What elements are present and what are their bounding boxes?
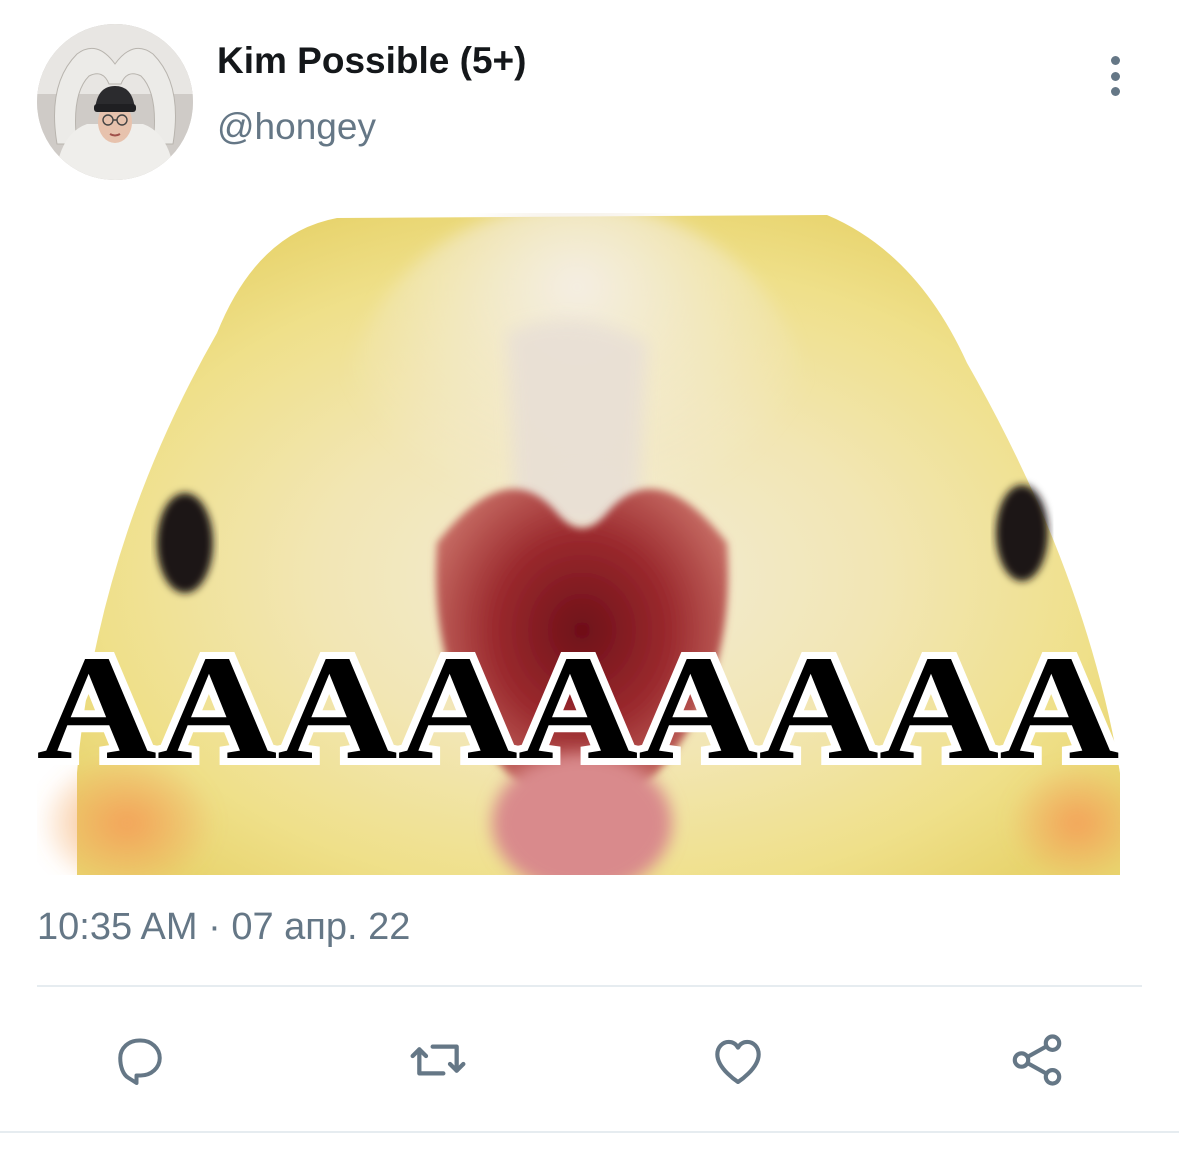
meme-overlay-text: AAAAAAAAA [37, 618, 1120, 798]
screaming-bird-meme-image: AAAAAAAAA [37, 213, 1120, 875]
divider [37, 985, 1142, 987]
more-vertical-icon [1110, 56, 1120, 65]
svg-text:AAAAAAAAA: AAAAAAAAA [37, 625, 1120, 791]
share-button[interactable] [1002, 1025, 1072, 1095]
more-vertical-icon-dot [1110, 71, 1120, 81]
more-options-button[interactable] [1097, 52, 1133, 100]
tweet-card: Kim Possible (5+) @hongey AAAAAAAAA 10:3… [0, 0, 1179, 1150]
avatar-image [37, 24, 193, 180]
like-button[interactable] [703, 1025, 773, 1095]
tweet-media-image[interactable]: AAAAAAAAA [37, 213, 1120, 875]
more-vertical-icon-dot [1110, 87, 1120, 96]
reply-button[interactable] [104, 1025, 174, 1095]
tweet-timestamp[interactable]: 10:35 AM · 07 апр. 22 [37, 906, 410, 949]
user-avatar[interactable] [37, 24, 193, 180]
retweet-button[interactable] [403, 1025, 473, 1095]
author-display-name[interactable]: Kim Possible (5+) [217, 40, 526, 82]
retweet-icon [410, 1044, 466, 1076]
reply-icon [118, 1038, 162, 1085]
heart-icon [715, 1039, 761, 1085]
divider [0, 1131, 1179, 1133]
author-handle[interactable]: @hongey [217, 106, 376, 148]
share-icon [1012, 1034, 1062, 1086]
